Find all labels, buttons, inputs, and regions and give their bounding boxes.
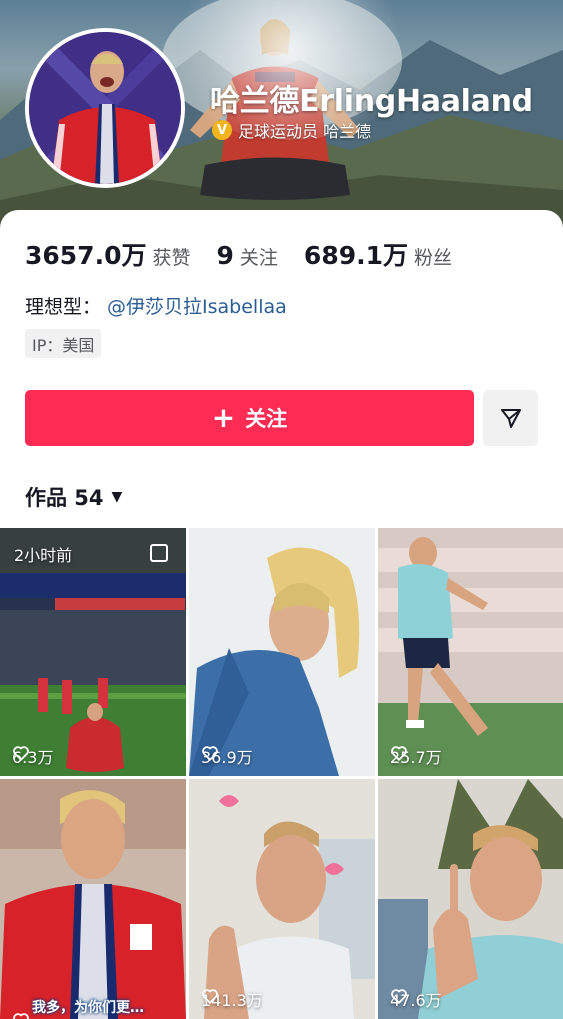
followers-count[interactable]: 689.1万 xyxy=(304,236,408,272)
video-tile[interactable]: 36.9万 xyxy=(189,528,375,776)
video-likes: 25.7万 xyxy=(390,744,442,768)
video-thumbnail xyxy=(189,779,375,1019)
works-tab-label: 作品 54 xyxy=(25,486,104,510)
follow-button[interactable]: + 关注 xyxy=(25,390,474,446)
follow-button-label: 关注 xyxy=(245,407,288,431)
profile-name: 哈兰德ErlingHaaland xyxy=(210,84,533,119)
likes-count: 3657.0万 xyxy=(25,241,147,270)
video-tile[interactable]: 47.6万 xyxy=(378,779,563,1019)
verified-text: 足球运动员 哈兰德 xyxy=(238,122,372,141)
video-tile[interactable]: 我多，为你们更… xyxy=(0,779,186,1019)
pinned-icon xyxy=(150,544,168,562)
works-tab[interactable]: 作品 54 ▼ xyxy=(25,482,122,512)
video-caption: 我多，为你们更… xyxy=(32,1000,144,1016)
ip-location-tag: IP：美国 xyxy=(25,329,102,358)
likes-label: 获赞 xyxy=(152,247,191,269)
bio-line: 理想型： @伊莎贝拉Isabellaa xyxy=(25,292,287,319)
avatar[interactable] xyxy=(25,28,185,188)
video-likes: 141.3万 xyxy=(201,987,263,1011)
video-thumbnail xyxy=(189,528,375,776)
video-likes: 6.3万 xyxy=(12,744,53,768)
heart-icon xyxy=(202,989,218,1004)
verified-badge-icon: V xyxy=(212,120,232,140)
followers-label[interactable]: 粉丝 xyxy=(414,243,452,270)
heart-icon xyxy=(202,746,218,761)
video-tile[interactable]: 2小时前 6.3万 xyxy=(0,528,186,776)
heart-icon xyxy=(13,1013,29,1019)
video-thumbnail xyxy=(378,528,563,776)
bio-label: 理想型： xyxy=(25,296,102,318)
video-likes: 36.9万 xyxy=(201,744,253,768)
bio-mention-link[interactable]: @伊莎贝拉Isabellaa xyxy=(107,296,287,318)
heart-icon xyxy=(391,989,407,1004)
plus-icon: + xyxy=(211,401,236,434)
profile-sheet: 3657.0万 获赞 9 关注 689.1万 粉丝 理想型： @伊莎贝拉Isabe… xyxy=(0,210,563,530)
following-count[interactable]: 9 xyxy=(217,241,234,270)
send-icon xyxy=(500,409,521,428)
video-tile[interactable]: 25.7万 xyxy=(378,528,563,776)
heart-icon xyxy=(13,746,29,761)
post-time: 2小时前 xyxy=(14,546,73,565)
avatar-image xyxy=(29,32,181,184)
video-grid: 2小时前 6.3万 36.9万 25.7万 我多，为你们更… 141.3万 47… xyxy=(0,528,563,1019)
share-button[interactable] xyxy=(483,390,538,446)
heart-icon xyxy=(391,746,407,761)
stats-row: 3657.0万 获赞 9 关注 689.1万 粉丝 xyxy=(25,236,478,272)
following-label[interactable]: 关注 xyxy=(240,243,278,270)
video-thumbnail xyxy=(378,779,563,1019)
video-thumbnail xyxy=(0,779,186,1019)
verified-line: V 足球运动员 哈兰德 xyxy=(212,118,371,142)
video-likes: 47.6万 xyxy=(390,987,442,1011)
video-tile[interactable]: 141.3万 xyxy=(189,779,375,1019)
caret-down-icon: ▼ xyxy=(111,489,123,505)
